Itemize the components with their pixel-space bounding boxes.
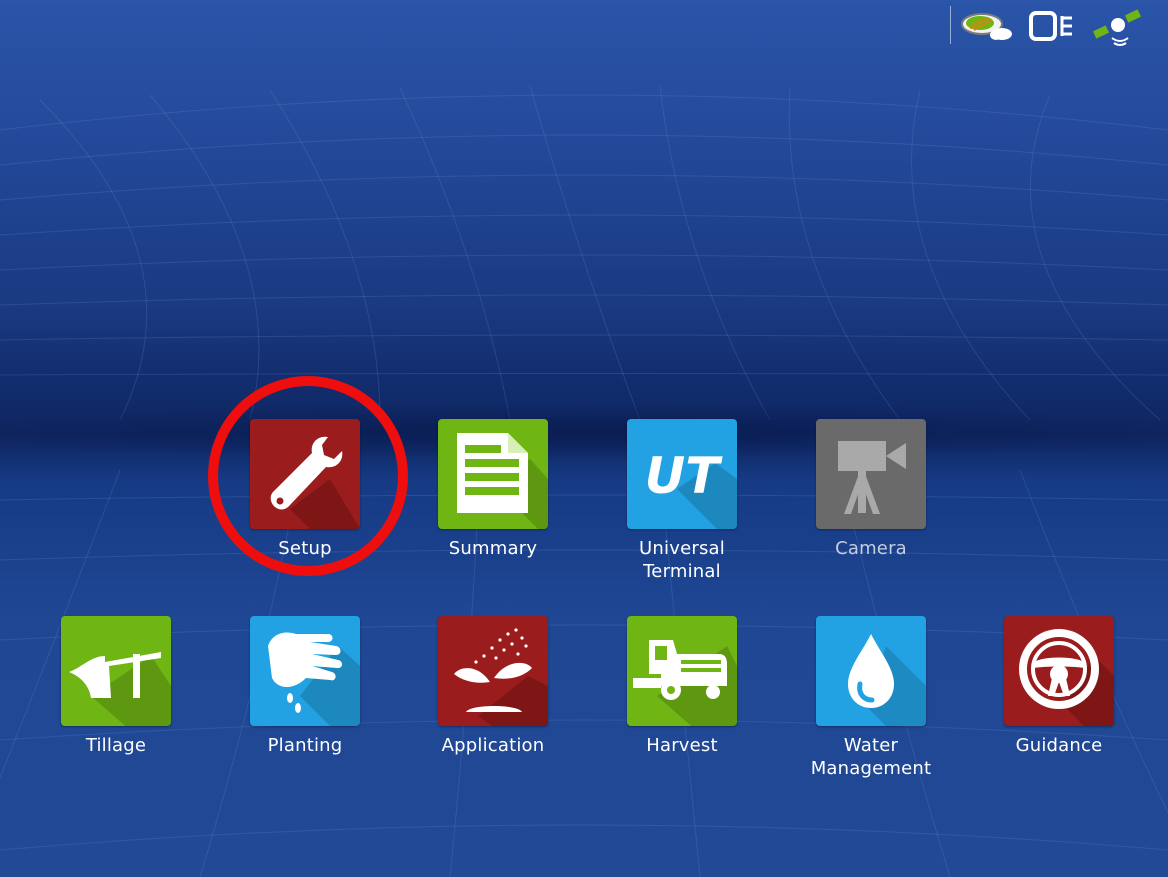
connectivity-cloud-icon[interactable]: [958, 8, 1018, 44]
planting-label: Planting: [267, 735, 343, 756]
guidance-tile[interactable]: [1004, 616, 1114, 726]
harvest-label: Harvest: [646, 735, 718, 756]
universal-terminal-tile[interactable]: UT: [627, 419, 737, 529]
app-tillage[interactable]: Tillage: [41, 616, 191, 757]
water-management-label: Water Management: [810, 735, 932, 779]
app-guidance[interactable]: Guidance: [984, 616, 1134, 757]
app-harvest[interactable]: Harvest: [607, 616, 757, 757]
plow-icon: [69, 652, 171, 726]
summary-tile[interactable]: [438, 419, 548, 529]
guidance-label: Guidance: [1015, 735, 1103, 756]
svg-text:UT: UT: [645, 447, 724, 505]
camera-label: Camera: [835, 538, 907, 559]
app-water-management[interactable]: Water Management: [796, 616, 946, 780]
summary-label: Summary: [448, 538, 538, 559]
steering-wheel-icon: [1019, 629, 1114, 726]
gps-satellite-icon[interactable]: [1092, 8, 1150, 48]
universal-terminal-label: Universal Terminal: [639, 538, 725, 582]
status-bar: [948, 0, 1168, 48]
camera-tile[interactable]: [816, 419, 926, 529]
sprout-spray-icon: [454, 628, 548, 726]
status-divider: [950, 6, 951, 44]
app-summary[interactable]: Summary: [418, 419, 568, 560]
water-management-tile[interactable]: [816, 616, 926, 726]
ut-logo-icon: UT: [645, 447, 737, 529]
setup-label: Setup: [278, 538, 332, 559]
wrench-icon: [270, 436, 360, 529]
display-network-icon[interactable]: [1028, 8, 1086, 44]
application-label: Application: [441, 735, 545, 756]
planting-tile[interactable]: [250, 616, 360, 726]
app-universal-terminal[interactable]: UT Universal Terminal: [607, 419, 757, 583]
hand-seed-icon: [268, 632, 360, 726]
water-drop-icon: [848, 634, 926, 726]
home-screen: Setup Summary UT Universal Terminal Came…: [0, 0, 1168, 877]
setup-tile[interactable]: [250, 419, 360, 529]
app-setup[interactable]: Setup: [230, 419, 380, 560]
tillage-tile[interactable]: [61, 616, 171, 726]
combine-icon: [633, 640, 737, 726]
app-application[interactable]: Application: [418, 616, 568, 757]
document-icon: [457, 433, 548, 529]
application-tile[interactable]: [438, 616, 548, 726]
harvest-tile[interactable]: [627, 616, 737, 726]
app-camera[interactable]: Camera: [796, 419, 946, 560]
tillage-label: Tillage: [85, 735, 147, 756]
video-camera-icon: [838, 441, 906, 514]
app-planting[interactable]: Planting: [230, 616, 380, 757]
